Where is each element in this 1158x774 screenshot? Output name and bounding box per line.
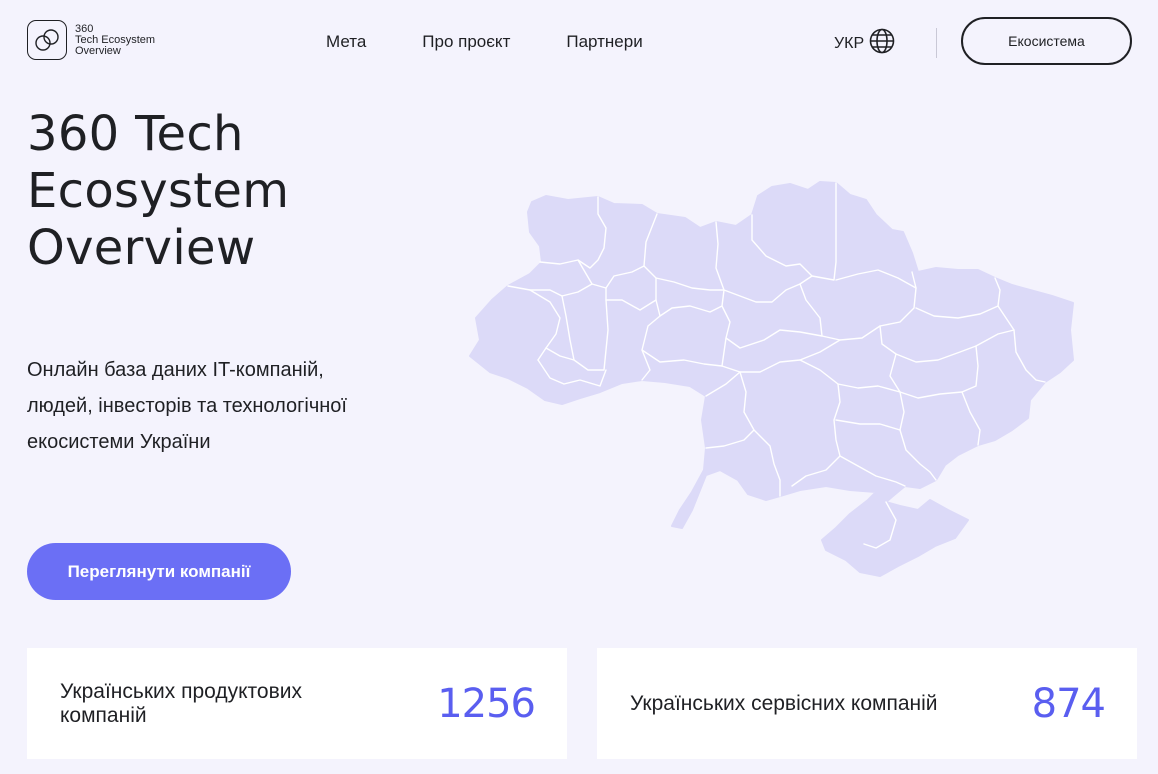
main-nav: Мета Про проєкт Партнери — [326, 31, 643, 53]
stat-label: Українських продуктових компаній — [60, 679, 302, 727]
stat-card-product-companies: Українських продуктових компаній 1256 — [27, 648, 567, 759]
stat-card-service-companies: Українських сервісних компаній 874 — [597, 648, 1137, 759]
ecosystem-button[interactable]: Екосистема — [961, 17, 1132, 65]
hero-title-line-2: Ecosystem — [27, 163, 290, 219]
globe-icon — [869, 28, 895, 59]
nav-link-goal[interactable]: Мета — [326, 31, 366, 53]
stat-value: 1256 — [437, 680, 536, 727]
language-label: УКР — [834, 34, 865, 52]
nav-link-about[interactable]: Про проєкт — [422, 31, 510, 53]
ukraine-map — [465, 175, 1080, 590]
nav-link-partners[interactable]: Партнери — [566, 31, 642, 53]
header-divider — [936, 28, 937, 58]
stat-label: Українських сервісних компаній — [630, 691, 938, 715]
logo-line-2: Tech Ecosystem — [75, 33, 156, 46]
logo-line-1: 360 — [75, 22, 94, 35]
language-switcher[interactable]: УКР — [834, 28, 895, 59]
hero-title: 360 Tech Ecosystem Overview — [27, 106, 289, 277]
view-companies-button[interactable]: Переглянути компанії — [27, 543, 291, 600]
logo-icon — [27, 20, 67, 60]
hero-title-line-1: 360 Tech — [27, 106, 244, 162]
hero-description: Онлайн база даних IT-компаній, людей, ін… — [27, 359, 347, 453]
logo[interactable]: 360 Tech Ecosystem Overview — [27, 20, 155, 60]
landing-page: 360 Tech Ecosystem Overview Мета Про про… — [0, 0, 1158, 774]
stat-value: 874 — [1031, 680, 1106, 727]
hero-title-line-3: Overview — [27, 220, 256, 276]
logo-line-3: Overview — [75, 44, 121, 57]
logo-text: 360 Tech Ecosystem Overview — [75, 22, 156, 57]
